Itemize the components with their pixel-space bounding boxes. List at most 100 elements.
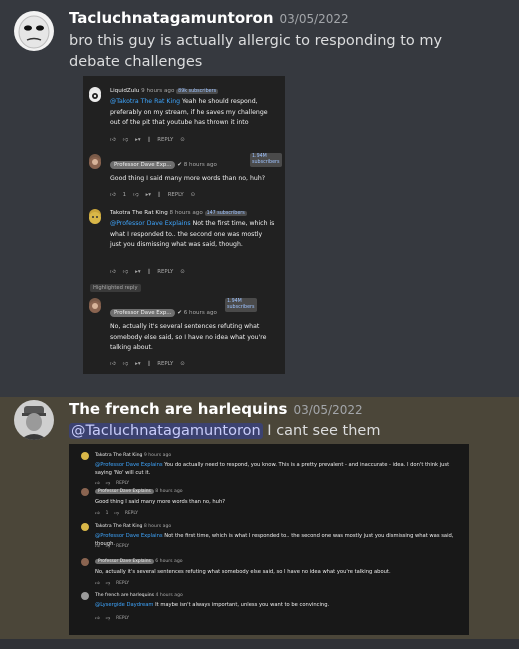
comment-mention: @Takotra The Rat King: [110, 98, 181, 105]
thumbs-up-icon: 👍︎: [95, 581, 100, 586]
attachment-image[interactable]: LiquidZulu 9 hours ago 89k subscribers @…: [83, 76, 285, 374]
comment-author: Takotra The Rat King: [95, 453, 143, 458]
comment-header: Professor Dave Exp... ✔ 8 hours ago: [110, 161, 217, 169]
commenter-avatar-icon: [89, 154, 101, 169]
commenter-avatar-icon: [81, 488, 89, 496]
reply-label: REPLY: [124, 511, 138, 516]
comment-author: LiquidZulu: [110, 88, 140, 94]
like-count: 1: [105, 511, 109, 516]
comment-author-chip: Professor Dave Explains: [95, 559, 154, 564]
comment-header: Professor Dave Exp... ✔ 6 hours ago: [110, 309, 217, 317]
user-mention[interactable]: @Tacluchnatagamuntoron: [69, 423, 263, 439]
stats-icon: ∥: [147, 137, 151, 143]
comment-time: 9 hours ago: [143, 453, 172, 458]
thumbs-down-icon: 👎︎: [133, 192, 139, 198]
thumbs-down-icon: 👎︎: [122, 361, 129, 367]
thumbs-down-icon: 👎︎: [105, 481, 111, 486]
comment-text: @Professor Dave Explains Not the first t…: [95, 532, 455, 548]
stats-icon: ∥: [157, 192, 161, 198]
subscriber-badge: 147 subscribers: [204, 211, 247, 216]
comment-mention: @Professor Dave Explains: [110, 220, 191, 227]
comment-body: It maybe isn't always important, unless …: [153, 602, 330, 608]
thumbs-down-icon: 👎︎: [105, 616, 111, 621]
timestamp: 03/05/2022: [293, 403, 363, 417]
thumbs-up-icon: 👍︎: [95, 481, 100, 486]
username[interactable]: Tacluchnatagamuntoron: [69, 9, 274, 27]
thumbs-down-icon: 👎︎: [114, 511, 119, 516]
more-icon: ⊙: [180, 269, 185, 275]
comment-actions: 👍︎ 👎︎ ▸▾ ∥ REPLY ⊙: [110, 269, 192, 275]
stats-icon: ∥: [147, 269, 151, 275]
comment-time: 8 hours ago: [183, 162, 217, 168]
attachment-image[interactable]: Takotra The Rat King 9 hours ago @Profes…: [69, 444, 469, 635]
commenter-avatar-icon: [81, 452, 89, 460]
reply-label: REPLY: [167, 192, 184, 198]
comment-time: 6 hours ago: [155, 559, 183, 564]
commenter-avatar-icon: [89, 209, 101, 224]
comment-header: Professor Dave Explains 6 hours ago: [95, 558, 183, 565]
chat-bottom-edge: [0, 639, 519, 649]
subscriber-word: subscribers: [252, 160, 280, 165]
thumbs-up-icon: 👍︎: [110, 361, 116, 367]
comment-actions: 👍︎ 👎︎ REPLY: [95, 481, 135, 486]
comment-author-chip: Professor Dave Explains: [95, 489, 154, 494]
commenter-avatar-icon: [89, 87, 101, 102]
thumbs-up-icon: 👍︎: [110, 137, 116, 143]
military-portrait-avatar-icon: [14, 400, 54, 440]
heart-icon: ▸▾: [135, 269, 141, 275]
thumbs-down-icon: 👎︎: [105, 544, 111, 549]
comment-header: Professor Dave Explains 8 hours ago: [95, 488, 183, 495]
commenter-avatar-icon: [81, 592, 89, 600]
verified-icon: ✔: [177, 310, 182, 316]
comment-mention: @Professor Dave Explains: [95, 462, 163, 468]
heart-icon: ▸▾: [135, 137, 141, 143]
comment-actions: 👍︎ 👎︎ REPLY: [95, 616, 135, 621]
comment-author: The french are harlequins: [95, 593, 155, 598]
comment-author: Takotra The Rat King: [110, 210, 168, 216]
thumbs-up-icon: 👍︎: [110, 192, 116, 198]
comment-text: @Professor Dave Explains You do actually…: [95, 461, 455, 477]
comment-mention: @Professor Dave Explains: [95, 533, 163, 539]
thumbs-up-icon: 👍︎: [110, 269, 116, 275]
message-header: The french are harlequins 03/05/2022: [69, 400, 363, 418]
more-icon: ⊙: [180, 361, 185, 367]
message-header: Tacluchnatagamuntoron 03/05/2022: [69, 9, 349, 27]
comment-author: Takotra The Rat King: [95, 524, 143, 529]
reply-label: REPLY: [157, 269, 174, 275]
comment-actions: 👍︎ 1 👎︎ REPLY: [95, 511, 144, 516]
user-avatar[interactable]: [14, 11, 54, 51]
message-text: @Tacluchnatagamuntoron I cant see them: [69, 421, 380, 442]
user-avatar[interactable]: [14, 400, 54, 440]
thumbs-up-icon: 👍︎: [95, 511, 100, 516]
comment-text: No, actually it's several sentences refu…: [110, 323, 267, 351]
thumbs-up-icon: 👍︎: [95, 616, 100, 621]
reply-label: REPLY: [157, 137, 174, 143]
highlighted-reply-label: Highlighted reply: [90, 284, 141, 292]
reply-label: REPLY: [157, 361, 174, 367]
message-1: Tacluchnatagamuntoron 03/05/2022 bro this…: [0, 0, 519, 390]
thumbs-down-icon: 👎︎: [122, 137, 129, 143]
comment-text: No, actually it's several sentences refu…: [95, 569, 391, 575]
more-icon: ⊙: [180, 137, 185, 143]
thumbs-down-icon: 👎︎: [105, 581, 111, 586]
comment-text: @Takotra The Rat King Yeah he should res…: [110, 97, 275, 129]
comment-time: 9 hours ago: [141, 88, 175, 94]
username[interactable]: The french are harlequins: [69, 400, 287, 418]
comment-actions: 👍︎ 1 👎︎ ▸▾ ∥ REPLY ⊙: [110, 192, 202, 198]
heart-icon: ▸▾: [145, 192, 151, 198]
comment-actions: 👍︎ 👎︎ ▸▾ ∥ REPLY ⊙: [110, 137, 192, 143]
commenter-avatar-icon: [89, 298, 101, 313]
comment-text: Good thing I said many more words than n…: [110, 175, 266, 182]
comment-actions: 👍︎ 👎︎ REPLY: [95, 581, 135, 586]
comment-header: Takotra The Rat King 8 hours ago 147 sub…: [110, 209, 247, 218]
comment-actions: 👍︎ 👎︎ REPLY: [95, 544, 135, 549]
reply-label: REPLY: [116, 616, 130, 621]
comment-header: Takotra The Rat King 8 hours ago: [95, 523, 171, 530]
commenter-avatar-icon: [81, 558, 89, 566]
thumbs-up-icon: 👍︎: [95, 544, 100, 549]
reply-label: REPLY: [116, 481, 130, 486]
message-body: I cant see them: [262, 423, 381, 439]
comment-time: 8 hours ago: [143, 524, 172, 529]
comment-actions: 👍︎ 👎︎ ▸▾ ∥ REPLY ⊙: [110, 361, 192, 367]
heart-icon: ▸▾: [135, 361, 141, 367]
